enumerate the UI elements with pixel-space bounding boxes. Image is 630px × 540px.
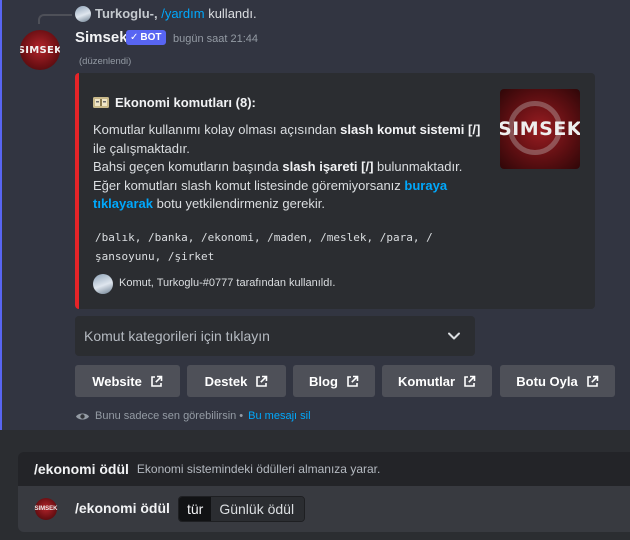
external-link-icon	[256, 375, 268, 387]
scale-icon	[93, 97, 109, 108]
external-link-icon	[586, 375, 599, 387]
eye-icon	[76, 413, 89, 419]
bot-badge-label: BOT	[140, 32, 162, 43]
external-link-icon	[150, 375, 163, 387]
reply-avatar[interactable]	[75, 6, 91, 22]
embed-text: Bahsi geçen komutların başında	[93, 159, 279, 174]
embed-text: Eğer komutları slash komut listesinde gö…	[93, 177, 401, 193]
reply-suffix: kullandı.	[208, 6, 257, 21]
support-button[interactable]: Destek	[187, 365, 286, 397]
embed-thumbnail[interactable]: SIMSEK	[500, 89, 580, 169]
external-link-icon	[464, 375, 476, 387]
edited-label: (düzenlendi)	[79, 56, 132, 67]
embed-text: ile çalışmaktadır.	[93, 140, 190, 156]
command-option[interactable]: tür Günlük ödül	[178, 496, 306, 522]
button-label: Website	[92, 373, 142, 389]
embed-text: Komutlar kullanımı kolay olması açısında…	[93, 122, 337, 137]
dismiss-message-link[interactable]: Bu mesajı sil	[248, 410, 310, 422]
embed-bold-text: slash komut sistemi [/]	[340, 122, 481, 137]
external-link-icon	[347, 375, 359, 387]
message-input[interactable]: SIMSEK /ekonomi ödül tür Günlük ödül	[18, 486, 630, 532]
embed-title: Ekonomi komutları (8):	[93, 95, 256, 110]
commands-button[interactable]: Komutlar	[382, 365, 492, 397]
ephemeral-text: Bunu sadece sen görebilirsin •	[95, 410, 244, 422]
select-placeholder: Komut kategorileri için tıklayın	[84, 328, 270, 344]
vote-bot-button[interactable]: Botu Oyla	[500, 365, 615, 397]
category-select[interactable]: Komut kategorileri için tıklayın	[75, 316, 475, 356]
embed-description: Komutlar kullanımı kolay olması açısında…	[93, 121, 503, 214]
button-label: Destek	[204, 373, 248, 389]
autocomplete-description: Ekonomi sistemindeki ödülleri almanıza y…	[136, 462, 381, 476]
button-label: Komutlar	[397, 373, 456, 389]
embed-card: Ekonomi komutları (8): Komutlar kullanım…	[75, 73, 595, 309]
verified-check-icon: ✓	[130, 32, 139, 43]
input-avatar-text: SIMSEK	[34, 506, 58, 512]
blog-button[interactable]: Blog	[293, 365, 375, 397]
command-bot-avatar: SIMSEK	[34, 498, 58, 520]
bot-avatar[interactable]: SIMSEK	[20, 30, 60, 70]
embed-footer: Komut, Turkoglu-#0777 tarafından kullanı…	[119, 277, 336, 289]
option-value[interactable]: Günlük ödül	[211, 497, 305, 521]
command-list: /balık, /banka, /ekonomi, /maden, /mesle…	[95, 231, 433, 263]
embed-bold-text: slash işareti [/]	[282, 159, 374, 174]
embed-text: bulunmaktadır.	[377, 159, 463, 174]
mention-bar	[0, 0, 2, 430]
button-label: Blog	[309, 373, 338, 389]
reply-username[interactable]: Turkoglu-,	[95, 6, 158, 21]
slash-command-text: /ekonomi ödül	[75, 500, 170, 516]
bot-username[interactable]: Simsek	[75, 29, 128, 46]
reply-context[interactable]: Turkoglu-, /yardım kullandı.	[95, 6, 257, 21]
button-label: Botu Oyla	[516, 373, 578, 389]
reply-command[interactable]: /yardım	[161, 6, 204, 21]
thumbnail-logo-text: SIMSEK	[500, 118, 580, 140]
ephemeral-notice: Bunu sadece sen görebilirsin • Bu mesajı…	[75, 410, 311, 422]
autocomplete-command: /ekonomi ödül	[34, 461, 129, 477]
bot-message: Turkoglu-, /yardım kullandı. SIMSEK Sims…	[0, 0, 630, 430]
embed-title-text: Ekonomi komutları (8):	[115, 95, 256, 110]
embed-text: botu yetkilendirmeniz gerekir.	[156, 196, 325, 211]
command-autocomplete[interactable]: /ekonomi ödül Ekonomi sistemindeki ödüll…	[18, 452, 630, 486]
option-name: tür	[179, 497, 212, 521]
website-button[interactable]: Website	[75, 365, 180, 397]
avatar-logo-text: SIMSEK	[20, 44, 60, 56]
chevron-down-icon	[448, 332, 460, 340]
bot-badge: ✓ BOT	[126, 30, 166, 45]
reply-spine	[38, 14, 72, 24]
footer-avatar	[93, 274, 113, 294]
message-timestamp: bugün saat 21:44	[173, 33, 259, 45]
